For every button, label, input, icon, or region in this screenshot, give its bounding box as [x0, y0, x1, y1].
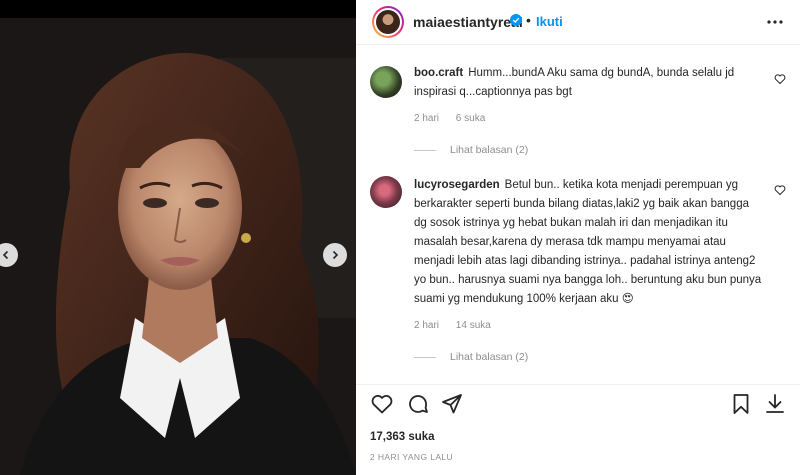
- commenter-avatar[interactable]: [370, 176, 402, 208]
- heart-icon[interactable]: [774, 73, 786, 85]
- post-likes-count[interactable]: 17,363 suka: [370, 431, 435, 443]
- download-icon[interactable]: [763, 392, 787, 416]
- bookmark-icon[interactable]: [729, 392, 753, 416]
- replies-line: [414, 149, 436, 151]
- post-timestamp: 2 HARI YANG LALU: [370, 452, 454, 462]
- comment-text: boo.craft Humm...bundA Aku sama dg bundA,…: [414, 64, 762, 102]
- post-header: maiaestiantyreal • Ikuti: [356, 0, 800, 45]
- portrait-image: [0, 18, 356, 475]
- replies-line: [414, 356, 436, 358]
- commenter-avatar[interactable]: [370, 66, 402, 98]
- comment-text: lucyrosegarden Betul bun.. ketika kota me…: [414, 176, 762, 309]
- more-options-button[interactable]: [765, 12, 785, 32]
- post-modal: maiaestiantyreal • Ikuti boo.craft Humm.…: [0, 0, 800, 475]
- heart-eyes-emoji: 😍: [621, 293, 634, 305]
- post-photo[interactable]: [0, 18, 356, 475]
- verified-badge-icon: [510, 14, 522, 26]
- commenter-username[interactable]: lucyrosegarden: [414, 179, 500, 191]
- author-avatar[interactable]: [372, 6, 404, 38]
- share-icon[interactable]: [440, 392, 464, 416]
- comment-meta: 2 hari 14 suka: [414, 320, 505, 331]
- view-replies-button[interactable]: Lihat balasan (2): [414, 351, 528, 363]
- chevron-right-icon: [332, 250, 339, 260]
- comment-time: 2 hari: [414, 320, 440, 331]
- post-sidebar: maiaestiantyreal • Ikuti boo.craft Humm.…: [356, 0, 800, 475]
- heart-icon[interactable]: [370, 392, 394, 416]
- comment-meta: 2 hari 6 suka: [414, 113, 499, 124]
- comments-list[interactable]: boo.craft Humm...bundA Aku sama dg bundA,…: [356, 46, 800, 384]
- more-options-icon: [767, 20, 783, 24]
- post-media: [0, 0, 356, 475]
- heart-icon[interactable]: [774, 184, 786, 196]
- view-replies-label: Lihat balasan (2): [450, 351, 529, 363]
- chevron-left-icon: [2, 250, 9, 260]
- author-username[interactable]: maiaestiantyreal: [413, 14, 523, 30]
- next-image-button[interactable]: [323, 243, 347, 267]
- comment-likes[interactable]: 6 suka: [456, 113, 485, 124]
- view-replies-button[interactable]: Lihat balasan (2): [414, 144, 528, 156]
- post-actions: 17,363 suka 2 HARI YANG LALU: [356, 384, 800, 475]
- media-top-bar: [0, 0, 356, 18]
- comment-body: Betul bun.. ketika kota menjadi perempua…: [414, 179, 762, 305]
- comment-likes[interactable]: 14 suka: [456, 320, 491, 331]
- commenter-username[interactable]: boo.craft: [414, 67, 463, 79]
- comment-time: 2 hari: [414, 113, 440, 124]
- comment-icon[interactable]: [406, 392, 430, 416]
- view-replies-label: Lihat balasan (2): [450, 144, 529, 156]
- separator-dot: •: [526, 12, 531, 28]
- follow-button[interactable]: Ikuti: [536, 14, 563, 29]
